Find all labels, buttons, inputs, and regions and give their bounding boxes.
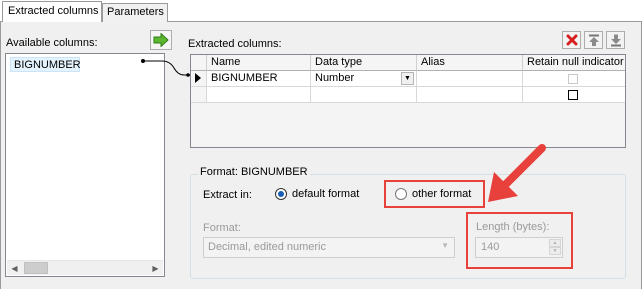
annotation-arrow bbox=[488, 144, 546, 202]
length-spinner[interactable]: 140 ▲ ▼ bbox=[475, 237, 563, 258]
radio-selected-icon[interactable] bbox=[275, 188, 287, 200]
extract-in-label: Extract in: bbox=[203, 189, 252, 201]
row-indicator[interactable] bbox=[191, 71, 207, 87]
delete-column-button[interactable] bbox=[562, 31, 581, 49]
format-label: Format: bbox=[203, 222, 241, 234]
cell-name[interactable] bbox=[207, 87, 311, 103]
row-indicator[interactable] bbox=[191, 87, 207, 103]
scroll-right-icon[interactable]: ▶ bbox=[148, 261, 163, 276]
header-alias[interactable]: Alias bbox=[417, 55, 523, 71]
red-x-icon bbox=[566, 34, 577, 46]
tab-parameters[interactable]: Parameters bbox=[102, 3, 168, 22]
radio-default-format[interactable]: default format bbox=[275, 188, 359, 200]
cell-alias[interactable] bbox=[417, 87, 523, 103]
header-name[interactable]: Name bbox=[207, 55, 311, 71]
format-group-title: Format: BIGNUMBER bbox=[198, 166, 310, 178]
radio-other-format[interactable]: other format bbox=[395, 188, 471, 200]
format-select-value: Decimal, edited numeric bbox=[208, 241, 326, 253]
radio-other-format-label: other format bbox=[412, 188, 472, 200]
tab-extracted-columns[interactable]: Extracted columns bbox=[2, 1, 102, 22]
cell-data-type[interactable]: Number ▼ bbox=[311, 71, 417, 87]
cell-data-type[interactable] bbox=[311, 87, 417, 103]
radio-default-format-label: default format bbox=[292, 188, 360, 200]
radio-unselected-icon[interactable] bbox=[395, 188, 407, 200]
move-down-icon bbox=[610, 34, 621, 46]
chevron-down-icon[interactable]: ▼ bbox=[401, 72, 414, 85]
scrollbar-thumb[interactable] bbox=[24, 262, 48, 274]
format-select[interactable]: Decimal, edited numeric ▼ bbox=[203, 237, 455, 258]
horizontal-scrollbar[interactable]: ◀ ▶ bbox=[7, 260, 163, 275]
list-item[interactable]: BIGNUMBER bbox=[10, 57, 81, 72]
cell-alias[interactable] bbox=[417, 71, 523, 87]
extracted-columns-label: Extracted columns: bbox=[188, 38, 282, 50]
chevron-down-icon: ▼ bbox=[441, 241, 449, 250]
column-link-connector bbox=[141, 59, 190, 77]
scroll-left-icon[interactable]: ◀ bbox=[7, 261, 22, 276]
grid-empty-area bbox=[191, 103, 625, 147]
available-columns-label: Available columns: bbox=[6, 37, 98, 49]
header-data-type[interactable]: Data type bbox=[311, 55, 417, 71]
length-value: 140 bbox=[481, 241, 500, 253]
retain-null-checkbox[interactable] bbox=[568, 90, 578, 100]
spin-up-icon[interactable]: ▲ bbox=[549, 239, 561, 247]
retain-null-checkbox[interactable] bbox=[568, 74, 578, 84]
spinner-buttons[interactable]: ▲ ▼ bbox=[549, 239, 561, 256]
cell-retain-null[interactable] bbox=[523, 87, 625, 103]
current-row-arrow-icon bbox=[195, 73, 201, 83]
move-down-button[interactable] bbox=[606, 31, 625, 49]
move-up-icon bbox=[588, 34, 599, 46]
row-header-corner bbox=[191, 55, 207, 71]
header-retain-null-indicator[interactable]: Retain null indicator bbox=[523, 55, 625, 71]
move-to-extracted-button[interactable] bbox=[150, 30, 172, 50]
extracted-columns-grid[interactable]: Name Data type Alias Retain null indicat… bbox=[190, 54, 626, 148]
spin-down-icon[interactable]: ▼ bbox=[549, 247, 561, 255]
cell-name[interactable]: BIGNUMBER bbox=[207, 71, 311, 87]
cell-retain-null[interactable] bbox=[523, 71, 625, 87]
available-columns-list[interactable]: BIGNUMBER ◀ ▶ bbox=[5, 53, 165, 277]
arrow-right-icon bbox=[153, 33, 169, 47]
data-type-value: Number bbox=[315, 72, 355, 84]
length-label: Length (bytes): bbox=[476, 221, 550, 233]
move-up-button[interactable] bbox=[584, 31, 603, 49]
